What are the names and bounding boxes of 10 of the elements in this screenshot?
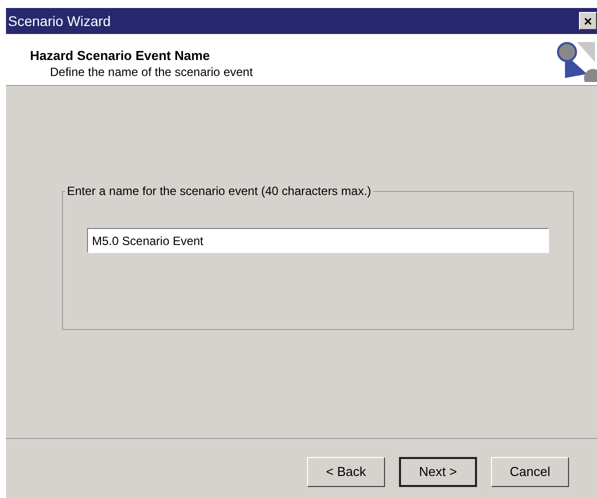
shapes-icon xyxy=(557,40,597,82)
next-button[interactable]: Next > xyxy=(399,457,477,487)
window-title: Scenario Wizard xyxy=(8,12,111,30)
name-input-field[interactable]: M5.0 Scenario Event xyxy=(87,228,549,253)
group-label: Enter a name for the scenario event (40 characters max.) xyxy=(66,183,372,200)
cancel-button[interactable]: Cancel xyxy=(491,457,569,487)
header-title: Hazard Scenario Event Name xyxy=(30,48,211,64)
close-button[interactable]: × xyxy=(579,12,597,30)
back-button[interactable]: < Back xyxy=(307,457,385,487)
header-subtitle: Define the name of the scenario event xyxy=(49,64,253,80)
